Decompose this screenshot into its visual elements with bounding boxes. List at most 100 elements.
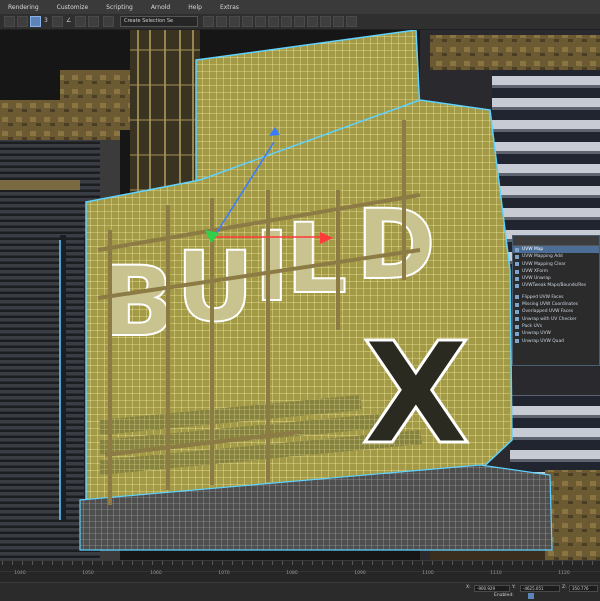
main-toolbar: 3 ∠ Create Selection Se (0, 14, 600, 30)
uvw-item-xform[interactable]: UVW XForm (513, 268, 599, 275)
timeline-tick (462, 561, 463, 565)
uvw-item-uv-checker[interactable]: Unwrap with UV Checker (513, 316, 599, 323)
align-icon[interactable] (216, 16, 227, 27)
timeline-tick (412, 561, 413, 565)
uvw-item-overlapped-faces[interactable]: Overlapped UVW Faces (513, 308, 599, 315)
uvw-item-pack-uvs[interactable]: Pack UVs (513, 323, 599, 330)
uvw-item-unwrap-quad[interactable]: Unwrap UVW Quad (513, 338, 599, 345)
uvw-item-mapping-clear[interactable]: UVW Mapping Clear (513, 261, 599, 268)
timeline-tick (512, 561, 513, 565)
timeline-tick (232, 561, 233, 565)
timeline-tick (302, 561, 303, 565)
timeline-tick (382, 561, 383, 565)
snap-toggle-label[interactable]: 3 (44, 15, 48, 27)
timeline-tick (572, 561, 573, 565)
menu-customize[interactable]: Customize (57, 4, 89, 11)
rendered-frame-window-icon[interactable] (320, 16, 331, 27)
snap-toggle-icon[interactable] (52, 16, 63, 27)
sign-letter-x: X (362, 313, 470, 476)
timeline-tick (552, 561, 553, 565)
uvw-tweak-icon (515, 284, 519, 289)
menu-scripting[interactable]: Scripting (106, 4, 133, 11)
coord-y-label: Y: (512, 585, 516, 590)
timeline-tick (32, 561, 33, 565)
select-move-icon[interactable] (30, 16, 41, 27)
timeline-tick (272, 561, 273, 565)
timeline-tick-label: 1110 (490, 571, 502, 576)
timeline-tick (42, 561, 43, 565)
timeline-tick-label: 1100 (422, 571, 434, 576)
window-crossing-icon[interactable] (17, 16, 28, 27)
timeline-tick (442, 561, 443, 565)
timeline-tick (72, 561, 73, 565)
uvw-item-flipped-faces[interactable]: Flipped UVW Faces (513, 294, 599, 301)
coord-x-field[interactable]: -900.929 (474, 585, 510, 592)
timeline-tick (532, 561, 533, 565)
uvw-item-mapping-add[interactable]: UVW Mapping Add (513, 253, 599, 260)
timeline-tick (332, 561, 333, 565)
uvw-item-unwrap[interactable]: UVW Unwrap (513, 275, 599, 282)
render-setup-icon[interactable] (307, 16, 318, 27)
timeline-tick (172, 561, 173, 565)
uvw-item-uvw-map[interactable]: UVW Map (513, 246, 599, 254)
timeline-tick (502, 561, 503, 565)
toggle-layer-explorer-icon[interactable] (242, 16, 253, 27)
uvw-item-tweak-maps[interactable]: UVWTweak Maps/Bounds/Res (513, 282, 599, 289)
grid-enabled-label: Enabled: (494, 593, 514, 598)
timeline-track-bar[interactable]: 1040 1050 1060 1070 1080 1090 1100 1110 … (0, 560, 600, 583)
uvw-item-missing-coords[interactable]: Missing UVW Coordinates (513, 301, 599, 308)
edit-named-selection-icon[interactable] (103, 16, 114, 27)
timeline-tick (262, 561, 263, 565)
toggle-scene-explorer-icon[interactable] (229, 16, 240, 27)
material-editor-icon[interactable] (294, 16, 305, 27)
timeline-tick (542, 561, 543, 565)
uvw-item-unwrap-uvw[interactable]: Unwrap UVW (513, 330, 599, 337)
render-production-icon[interactable] (333, 16, 344, 27)
timeline-tick (82, 561, 83, 565)
grid-toggle-icon[interactable] (528, 593, 534, 599)
timeline-tick (362, 561, 363, 565)
coord-z-field[interactable]: 350.776 (569, 585, 598, 592)
coord-z-label: Z: (562, 585, 567, 590)
timeline-tick (62, 561, 63, 565)
spinner-snap-icon[interactable] (88, 16, 99, 27)
menu-extras[interactable]: Extras (220, 4, 239, 11)
select-region-icon[interactable] (4, 16, 15, 27)
timeline-tick (92, 561, 93, 565)
timeline-tick (192, 561, 193, 565)
curve-editor-icon[interactable] (268, 16, 279, 27)
timeline-tick (252, 561, 253, 565)
coord-y-field[interactable]: -4625.051 (520, 585, 560, 592)
schematic-view-icon[interactable] (281, 16, 292, 27)
menu-help[interactable]: Help (188, 4, 202, 11)
timeline-tick (132, 561, 133, 565)
percent-snap-icon[interactable] (75, 16, 86, 27)
timeline-tick (52, 561, 53, 565)
angle-snap-label[interactable]: ∠ (66, 15, 71, 27)
uvw-panel-header[interactable] (513, 236, 599, 246)
timeline-tick (482, 561, 483, 565)
unwrap-uvw-icon (515, 331, 519, 336)
timeline-tick (322, 561, 323, 565)
timeline-tick (342, 561, 343, 565)
viewport-scene: B U I L D X (0, 30, 600, 560)
toggle-ribbon-icon[interactable] (255, 16, 266, 27)
perspective-viewport[interactable]: B U I L D X (0, 30, 600, 560)
timeline-tick (142, 561, 143, 565)
mirror-icon[interactable] (203, 16, 214, 27)
timeline-tick (242, 561, 243, 565)
timeline-tick (472, 561, 473, 565)
menu-rendering[interactable]: Rendering (8, 4, 39, 11)
activeshade-icon[interactable] (346, 16, 357, 27)
menu-arnold[interactable]: Arnold (151, 4, 170, 11)
timeline-tick (422, 561, 423, 565)
timeline-tick (582, 561, 583, 565)
timeline-tick-label: 1080 (286, 571, 298, 576)
named-selection-set-dropdown[interactable]: Create Selection Se (120, 16, 198, 27)
timeline-tick-label: 1090 (354, 571, 366, 576)
timeline-tick (22, 561, 23, 565)
timeline-tick (212, 561, 213, 565)
timeline-tick-label: 1040 (14, 571, 26, 576)
timeline-tick (112, 561, 113, 565)
timeline-tick-label: 1120 (558, 571, 570, 576)
